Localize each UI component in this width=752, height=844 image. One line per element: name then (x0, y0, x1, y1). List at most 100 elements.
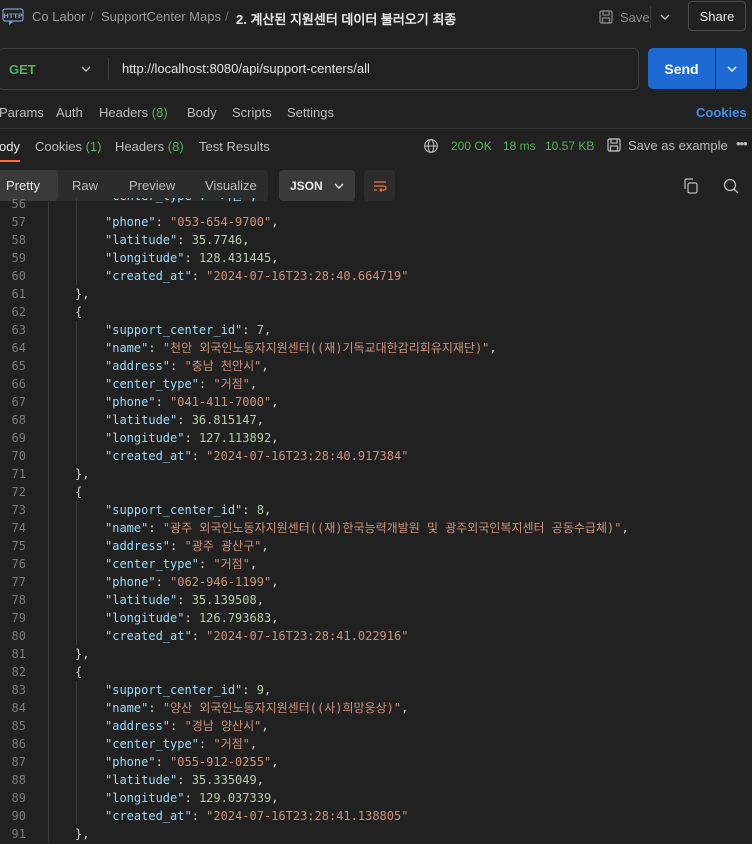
format-tab-preview[interactable]: Preview (129, 178, 175, 193)
json-punct: , (271, 791, 279, 805)
tab-headers[interactable]: Headers (8) (99, 105, 168, 120)
json-key: "support_center_id" (105, 323, 243, 337)
json-key: "center_type" (105, 737, 199, 751)
indent-guide (48, 537, 49, 555)
save-options-button[interactable] (650, 6, 679, 28)
indent-guide (76, 591, 77, 609)
json-key: "longitude" (105, 431, 185, 445)
share-button[interactable]: Share (688, 1, 746, 31)
save-icon (599, 10, 613, 24)
format-tab-pretty[interactable]: Pretty (6, 178, 40, 193)
tab-response-body[interactable]: ody (0, 139, 20, 154)
send-button[interactable]: Send (648, 48, 715, 89)
breadcrumb-request-title[interactable]: 2. 계산된 지원센터 데이터 불러오기 최종 (236, 9, 456, 28)
json-value: 35.139508 (191, 593, 257, 607)
indent-guide (48, 267, 49, 285)
format-tab-visualize[interactable]: Visualize (205, 178, 257, 193)
json-object-open: { (75, 485, 83, 499)
code-line: 57 "phone": "053-654-9700", (0, 213, 752, 231)
json-punct: , (261, 719, 269, 733)
code-line: 89 "longitude": 129.037339, (0, 789, 752, 807)
search-icon[interactable] (721, 176, 741, 196)
code-line: 65 "address": "충남 천안시", (0, 357, 752, 375)
breadcrumb-collection[interactable]: SupportCenter Maps (101, 9, 221, 24)
tab-response-cookies[interactable]: Cookies (1) (35, 139, 101, 154)
json-object-close: }, (75, 827, 90, 841)
json-punct: : (184, 611, 199, 625)
save-as-example-button[interactable]: Save as example (606, 137, 728, 153)
indent-guide (76, 699, 77, 717)
json-property: "latitude": 35.139508, (105, 591, 264, 609)
json-key: "created_at" (105, 269, 192, 283)
json-property: "created_at": "2024-07-16T23:28:40.91738… (105, 447, 408, 465)
json-punct: : (184, 791, 199, 805)
tab-auth[interactable]: Auth (56, 105, 83, 120)
json-punct: : (170, 359, 185, 373)
code-line: 88 "latitude": 35.335049, (0, 771, 752, 789)
cookies-link[interactable]: Cookies (696, 105, 747, 120)
save-button[interactable]: Save (598, 7, 650, 27)
indent-guide (48, 285, 49, 303)
json-property: "longitude": 127.113892, (105, 429, 278, 447)
line-number: 74 (11, 521, 26, 535)
chevron-down-icon[interactable] (80, 63, 92, 75)
tab-response-headers[interactable]: Headers (8) (115, 139, 184, 154)
save-label: Save (620, 9, 650, 25)
line-number: 59 (11, 251, 26, 265)
send-options-button[interactable] (716, 48, 747, 89)
json-punct: : (177, 593, 192, 607)
response-size[interactable]: 10.57 KB (545, 139, 594, 153)
tab-settings[interactable]: Settings (287, 105, 334, 120)
code-line: 87 "phone": "055-912-0255", (0, 753, 752, 771)
save-icon (607, 138, 621, 152)
indent-guide (76, 573, 77, 591)
tab-params[interactable]: Params (0, 105, 44, 120)
code-line: 74 "name": "광주 외국인노동자지원센터((재)한국능력개발원 및 광주… (0, 519, 752, 537)
json-punct: , (249, 737, 258, 751)
json-key: "phone" (105, 755, 156, 769)
format-tab-raw[interactable]: Raw (72, 178, 98, 193)
chevron-down-icon (334, 183, 344, 189)
indent-guide (48, 771, 49, 789)
json-property: "longitude": 129.037339, (105, 789, 278, 807)
more-options-icon[interactable]: ••• (736, 136, 748, 151)
json-object-close: }, (75, 467, 90, 481)
indent-guide (48, 735, 49, 753)
json-punct: : (148, 701, 163, 715)
response-time[interactable]: 18 ms (503, 139, 536, 153)
tab-test-results[interactable]: Test Results (199, 139, 270, 154)
json-punct: , (401, 701, 409, 715)
status-code[interactable]: 200 OK (451, 139, 492, 153)
line-number: 77 (11, 575, 26, 589)
json-property: "support_center_id": 8, (105, 501, 271, 519)
method-select[interactable]: GET (9, 62, 36, 77)
breadcrumb-workspace[interactable]: Co Labor (32, 9, 85, 24)
url-input[interactable]: http://localhost:8080/api/support-center… (122, 61, 370, 76)
json-value: 35.335049 (191, 773, 257, 787)
code-line: 63 "support_center_id": 7, (0, 321, 752, 339)
save-as-example-label: Save as example (628, 137, 728, 153)
tab-body[interactable]: Body (187, 105, 217, 120)
globe-icon[interactable] (423, 138, 439, 154)
indent-guide (48, 573, 49, 591)
json-property: "phone": "053-654-9700", (105, 213, 278, 231)
json-property: "phone": "041-411-7000", (105, 393, 278, 411)
code-line: 84 "name": "양산 외국인노동자지원센터((사)희망웅상)", (0, 699, 752, 717)
copy-icon[interactable] (681, 176, 701, 196)
wrap-lines-button[interactable] (364, 170, 395, 201)
breadcrumb-separator: / (90, 9, 94, 24)
indent-guide (48, 789, 49, 807)
code-line: 81}, (0, 645, 752, 663)
response-body-viewer[interactable]: 56 "center_type": "기관", 57 "phone": "053-65… (0, 198, 752, 844)
format-select[interactable]: JSON (279, 170, 355, 201)
indent-guide (48, 198, 49, 213)
json-punct: : (184, 251, 199, 265)
indent-guide (76, 375, 77, 393)
json-punct: , (256, 773, 264, 787)
code-line: 56 "center_type": "기관", (0, 198, 752, 213)
json-punct: , (256, 413, 264, 427)
json-punct: , (489, 341, 497, 355)
json-punct: : (177, 773, 192, 787)
indent-guide (48, 213, 49, 231)
tab-scripts[interactable]: Scripts (232, 105, 272, 120)
